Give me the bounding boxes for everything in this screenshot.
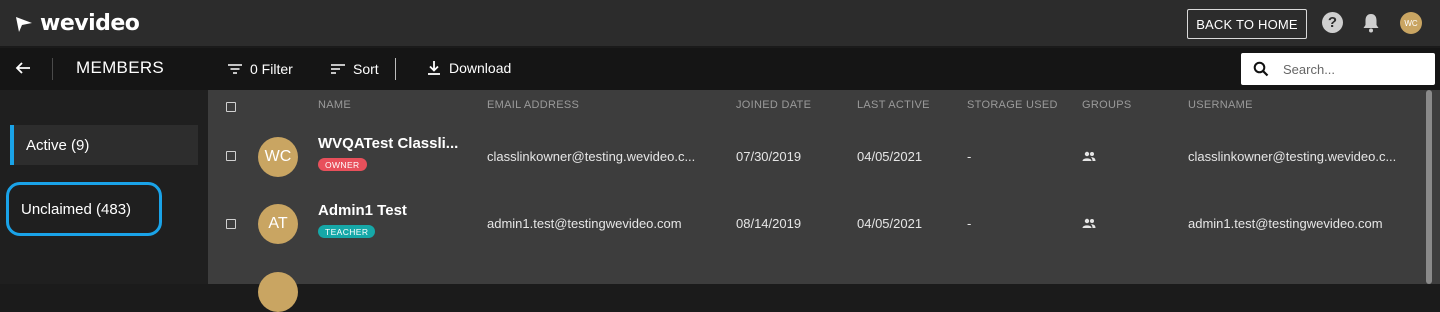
toolbar: MEMBERS 0 Filter Sort Download: [0, 48, 1440, 90]
member-name[interactable]: WVQATest Classli...: [318, 135, 458, 152]
select-all-checkbox[interactable]: [226, 102, 236, 112]
toolbar-divider: [52, 58, 53, 80]
row-checkbox[interactable]: [226, 151, 236, 161]
bell-icon[interactable]: [1362, 13, 1380, 33]
sidebar-item-unclaimed[interactable]: Unclaimed (483): [6, 182, 162, 236]
avatar: WC: [258, 137, 298, 177]
member-joined-date: 07/30/2019: [736, 149, 802, 164]
row-checkbox[interactable]: [226, 219, 236, 229]
column-header-name[interactable]: NAME: [318, 99, 351, 111]
avatar: [258, 272, 298, 312]
wevideo-logo-icon: [16, 16, 32, 32]
column-header-groups[interactable]: GROUPS: [1082, 99, 1131, 111]
member-storage-used: -: [967, 216, 972, 231]
column-header-email[interactable]: EMAIL ADDRESS: [487, 99, 579, 111]
wevideo-logo[interactable]: wevideo: [14, 11, 140, 36]
download-icon: [428, 61, 440, 75]
role-badge: TEACHER: [318, 225, 376, 238]
table-row[interactable]: WC WVQATest Classli... OWNER classlinkow…: [208, 123, 1426, 189]
search-icon: [1253, 61, 1269, 77]
filter-button[interactable]: 0 Filter: [227, 61, 293, 77]
avatar: AT: [258, 204, 298, 244]
table-row[interactable]: AT Admin1 Test TEACHER admin1.test@testi…: [208, 190, 1426, 256]
top-bar: wevideo BACK TO HOME ? WC: [0, 0, 1440, 47]
filter-icon: [228, 64, 242, 74]
groups-icon[interactable]: [1082, 151, 1096, 161]
toolbar-divider: [395, 58, 396, 80]
download-label: Download: [449, 60, 512, 76]
column-header-username[interactable]: USERNAME: [1188, 99, 1253, 111]
member-storage-used: -: [967, 149, 972, 164]
sort-icon: [331, 64, 345, 74]
logo-text: wevideo: [40, 11, 140, 36]
member-email: admin1.test@testingwevideo.com: [487, 216, 682, 231]
sidebar: Active (9) Unclaimed (483): [0, 90, 208, 284]
page-title: MEMBERS: [76, 58, 165, 77]
back-to-home-button[interactable]: BACK TO HOME: [1187, 9, 1307, 39]
member-email: classlinkowner@testing.wevideo.c...: [487, 149, 696, 164]
column-header-last-active[interactable]: LAST ACTIVE: [857, 99, 930, 111]
members-table: NAME EMAIL ADDRESS JOINED DATE LAST ACTI…: [208, 90, 1440, 284]
member-username: admin1.test@testingwevideo.com: [1188, 216, 1383, 231]
sort-label: Sort: [353, 61, 379, 77]
user-avatar[interactable]: WC: [1400, 12, 1422, 34]
column-header-storage[interactable]: STORAGE USED: [967, 99, 1058, 111]
scrollbar[interactable]: [1426, 90, 1432, 284]
member-name[interactable]: Admin1 Test: [318, 202, 407, 219]
sort-button[interactable]: Sort: [330, 61, 379, 77]
role-badge: OWNER: [318, 158, 367, 171]
member-username: classlinkowner@testing.wevideo.c...: [1188, 149, 1397, 164]
download-button[interactable]: Download: [426, 60, 511, 76]
search-input[interactable]: [1283, 61, 1423, 77]
member-last-active: 04/05/2021: [857, 216, 923, 231]
sidebar-item-active[interactable]: Active (9): [10, 125, 198, 165]
member-joined-date: 08/14/2019: [736, 216, 802, 231]
filter-label: 0 Filter: [250, 61, 293, 77]
groups-icon[interactable]: [1082, 218, 1096, 228]
column-header-joined[interactable]: JOINED DATE: [736, 99, 811, 111]
arrow-left-icon[interactable]: [12, 57, 34, 79]
search-box[interactable]: [1241, 53, 1435, 85]
member-last-active: 04/05/2021: [857, 149, 923, 164]
help-circle-icon[interactable]: ?: [1322, 12, 1343, 33]
